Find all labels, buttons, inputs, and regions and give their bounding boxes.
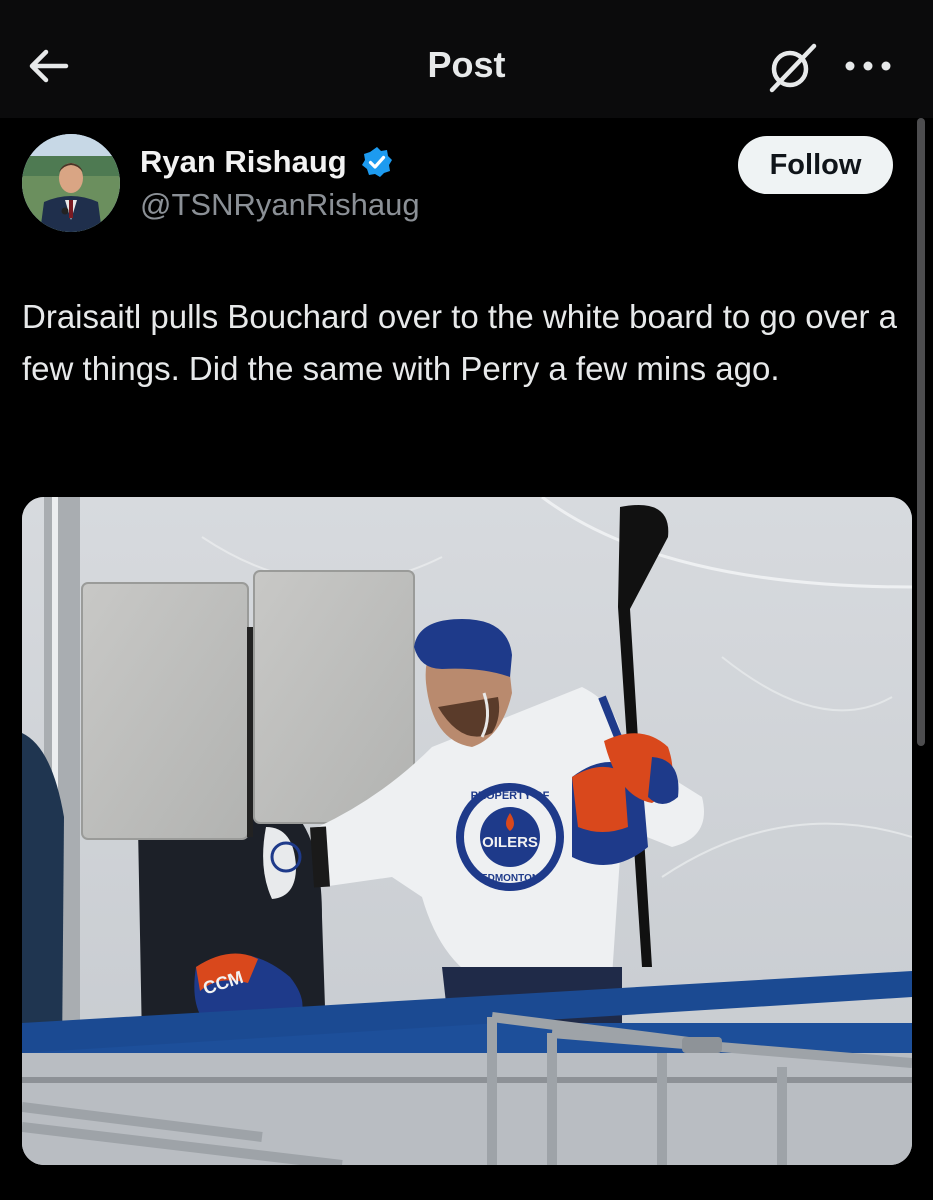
grok-icon[interactable] bbox=[764, 40, 818, 94]
scrollbar[interactable] bbox=[917, 118, 925, 746]
follow-button[interactable]: Follow bbox=[738, 136, 893, 194]
top-navigation-bar: Post bbox=[0, 0, 933, 118]
post-text: Draisaitl pulls Bouchard over to the whi… bbox=[22, 298, 897, 387]
author-name[interactable]: Ryan Rishaug bbox=[140, 144, 347, 180]
crest-top-text: PROPERTY OF bbox=[471, 790, 550, 802]
verified-badge-icon bbox=[362, 147, 392, 177]
author-handle[interactable]: @TSNRyanRishaug bbox=[140, 187, 420, 223]
more-horizontal-icon[interactable] bbox=[842, 52, 894, 80]
crest-bottom-text: EDMONTON bbox=[481, 873, 539, 884]
avatar[interactable] bbox=[22, 134, 120, 232]
crest-main-text: OILERS bbox=[482, 834, 538, 851]
post-image[interactable]: CCM PROPERTY OF OILERS EDMONTON bbox=[22, 497, 912, 1165]
